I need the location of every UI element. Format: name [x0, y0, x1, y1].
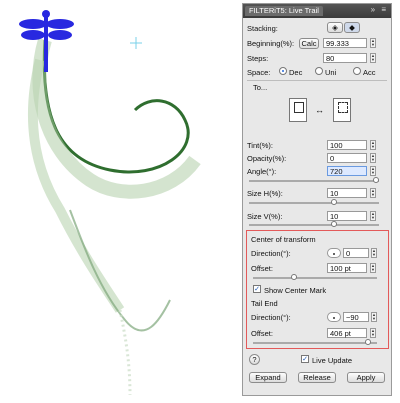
tail-offset-slider-knob[interactable]: [365, 339, 371, 345]
center-offset-label: Offset:: [251, 264, 273, 273]
angle-stepper[interactable]: ▲ ▼: [370, 166, 376, 176]
tint-field[interactable]: 100: [327, 140, 367, 150]
stacking-label: Stacking:: [247, 24, 278, 33]
dragonfly-artwork: [19, 10, 74, 72]
tail-offset-label: Offset:: [251, 329, 273, 338]
space-uni-radio[interactable]: [315, 67, 323, 75]
size-v-stepper[interactable]: ▲ ▼: [370, 211, 376, 221]
panel-menu-icon[interactable]: » ≡: [371, 5, 388, 14]
divider: [247, 80, 387, 81]
steps-field[interactable]: 80: [323, 53, 367, 63]
center-direction-stepper[interactable]: ▲ ▼: [371, 248, 377, 258]
live-update-label: Live Update: [312, 356, 353, 365]
size-v-field[interactable]: 10: [327, 211, 367, 221]
tail-section-title: Tail End: [251, 299, 278, 308]
center-direction-field[interactable]: 0: [343, 248, 369, 258]
angle-slider-knob[interactable]: [373, 177, 379, 183]
live-trail-panel: FILTERiT5: Live Trail » ≡ Stacking: ◈ ◆ …: [242, 3, 392, 396]
center-offset-field[interactable]: 100 pt: [327, 263, 367, 273]
crosshair-icon: [130, 37, 142, 49]
space-label: Space:: [247, 68, 271, 77]
stacking-over-button[interactable]: ◆: [344, 22, 360, 33]
angle-field[interactable]: 720: [327, 166, 367, 176]
beginning-label: Beginning(%):: [247, 39, 295, 48]
center-offset-slider-knob[interactable]: [291, 274, 297, 280]
tail-offset-slider[interactable]: [253, 339, 377, 345]
center-direction-label: Direction(°):: [251, 249, 291, 258]
stacking-over-icon: ◆: [349, 23, 355, 32]
opacity-label: Opacity(%):: [247, 154, 287, 163]
panel-titlebar: FILTERiT5: Live Trail » ≡: [243, 4, 391, 18]
tail-direction-label: Direction(°):: [251, 313, 291, 322]
swap-icon[interactable]: ↔: [315, 105, 324, 115]
angle-label: Angle(°):: [247, 167, 277, 176]
opacity-stepper[interactable]: ▲ ▼: [370, 153, 376, 163]
start-preview[interactable]: [289, 98, 307, 122]
tint-stepper[interactable]: ▲ ▼: [370, 140, 376, 150]
release-button[interactable]: Release: [298, 372, 336, 383]
trail-artwork: [27, 37, 201, 396]
show-center-label: Show Center Mark: [264, 286, 327, 295]
to-section-label: To...: [253, 83, 268, 92]
apply-button[interactable]: Apply: [347, 372, 385, 383]
space-acc-label: Acc: [363, 68, 376, 77]
angle-slider[interactable]: [249, 177, 379, 183]
space-uni-label: Uni: [325, 68, 337, 77]
center-offset-stepper[interactable]: ▲ ▼: [370, 263, 376, 273]
size-h-stepper[interactable]: ▲ ▼: [370, 188, 376, 198]
tail-direction-stepper[interactable]: ▲ ▼: [371, 312, 377, 322]
artwork-canvas[interactable]: [0, 0, 240, 403]
size-v-slider[interactable]: [249, 221, 379, 227]
size-v-label: Size V(%):: [247, 212, 283, 221]
stacking-under-button[interactable]: ◈: [327, 22, 343, 33]
tail-direction-field[interactable]: −90: [343, 312, 369, 322]
tail-offset-field[interactable]: 406 pt: [327, 328, 367, 338]
center-section-title: Center of transform: [251, 235, 316, 244]
size-h-slider-knob[interactable]: [331, 199, 337, 205]
live-update-checkbox[interactable]: ✓: [301, 355, 309, 363]
tail-offset-stepper[interactable]: ▲ ▼: [370, 328, 376, 338]
beginning-stepper[interactable]: ▲ ▼: [370, 38, 376, 48]
size-h-field[interactable]: 10: [327, 188, 367, 198]
size-h-label: Size H(%):: [247, 189, 283, 198]
stacking-icon: ◈: [332, 23, 338, 32]
steps-label: Steps:: [247, 54, 269, 63]
end-preview[interactable]: [333, 98, 351, 122]
space-dec-radio[interactable]: [279, 67, 287, 75]
beginning-field[interactable]: 99.333: [323, 38, 367, 48]
help-button[interactable]: ?: [249, 354, 260, 365]
opacity-field[interactable]: 0: [327, 153, 367, 163]
space-dec-label: Dec: [289, 68, 303, 77]
steps-stepper[interactable]: ▲ ▼: [370, 53, 376, 63]
space-acc-radio[interactable]: [353, 67, 361, 75]
calc-button[interactable]: Calc: [299, 38, 319, 49]
tail-direction-dial[interactable]: [327, 312, 341, 322]
size-v-slider-knob[interactable]: [331, 221, 337, 227]
panel-tab[interactable]: FILTERiT5: Live Trail: [245, 6, 323, 16]
center-direction-dial[interactable]: [327, 248, 341, 258]
size-h-slider[interactable]: [249, 199, 379, 205]
show-center-checkbox[interactable]: ✓: [253, 285, 261, 293]
tint-label: Tint(%):: [247, 141, 273, 150]
center-offset-slider[interactable]: [253, 274, 377, 280]
expand-button[interactable]: Expand: [249, 372, 287, 383]
